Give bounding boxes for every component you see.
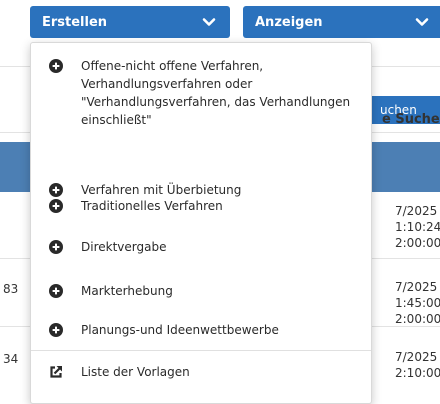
plus-circle-icon [49, 59, 63, 73]
view-button-label: Anzeigen [255, 14, 323, 30]
row-id: 83 [3, 282, 19, 296]
menu-item-label: Traditionelles Verfahren [81, 199, 223, 213]
row-date: 7/2025 [395, 280, 438, 294]
row-time: 2:00:00 [395, 236, 440, 250]
menu-item-planning-competitions[interactable]: Planungs-und Ideenwettbewerbe [31, 321, 371, 345]
plus-circle-icon [49, 323, 63, 337]
menu-item-open-procedures[interactable]: Offene-nicht offene Verfahren, Verhandlu… [31, 57, 371, 131]
menu-item-label: Liste der Vorlagen [81, 365, 190, 379]
plus-circle-icon [49, 183, 63, 197]
chevron-down-icon [202, 18, 216, 26]
create-button-label: Erstellen [42, 14, 108, 30]
row-time: 2:10:00 [395, 366, 440, 380]
menu-divider [31, 350, 371, 351]
search-heading: e Suche [382, 112, 440, 127]
menu-item-label: Offene-nicht offene Verfahren, Verhandlu… [81, 59, 351, 127]
menu-item-template-list[interactable]: Liste der Vorlagen [31, 363, 371, 387]
menu-item-market-survey[interactable]: Markterhebung [31, 282, 371, 306]
menu-item-label: Direktvergabe [81, 240, 167, 254]
external-link-icon [50, 366, 62, 378]
menu-item-direct-award[interactable]: Direktvergabe [31, 238, 371, 262]
row-date: 7/2025 [395, 204, 438, 218]
row-date: 7/2025 [395, 350, 438, 364]
menu-item-label: Planungs-und Ideenwettbewerbe [81, 323, 279, 337]
row-time: 1:45:00 [395, 296, 440, 310]
create-dropdown-menu: Offene-nicht offene Verfahren, Verhandlu… [30, 42, 372, 404]
create-dropdown-button[interactable]: Erstellen [30, 6, 230, 38]
plus-circle-icon [49, 199, 63, 213]
row-time: 2:00:00 [395, 312, 440, 326]
plus-circle-icon [49, 284, 63, 298]
view-dropdown-button[interactable]: Anzeigen [243, 6, 440, 38]
menu-item-traditional[interactable]: Traditionelles Verfahren [31, 197, 371, 221]
row-id: 34 [3, 352, 19, 366]
plus-circle-icon [49, 240, 63, 254]
row-time: 1:10:24 [395, 220, 440, 234]
chevron-down-icon [415, 18, 429, 26]
menu-item-label: Markterhebung [81, 284, 173, 298]
